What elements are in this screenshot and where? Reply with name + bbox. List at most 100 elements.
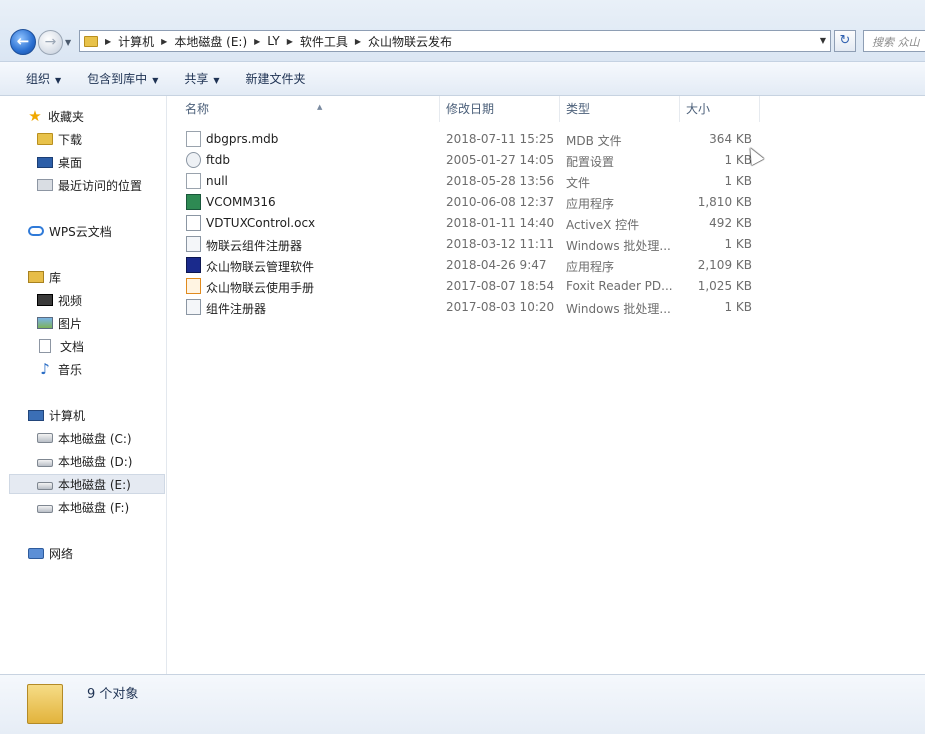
include-library-label: 包含到库中	[87, 72, 148, 86]
file-date: 2018-03-12 11:11	[446, 237, 555, 251]
command-bar: 组织 ▼ 包含到库中 ▼ 共享 ▼ 新建文件夹	[0, 62, 925, 96]
file-row[interactable]: ftdb 2005-01-27 14:05 配置设置 1 KB	[167, 150, 767, 171]
library-icon	[28, 271, 44, 283]
sidebar-item-libraries[interactable]: 库	[28, 267, 61, 287]
sidebar-label: WPS云文档	[49, 224, 112, 239]
file-date: 2018-05-28 13:56	[446, 174, 555, 188]
share-menu[interactable]: 共享 ▼	[184, 70, 219, 87]
file-row[interactable]: 众山物联云管理软件 2018-04-26 9:47 应用程序 2,109 KB	[167, 255, 767, 276]
star-icon: ★	[28, 107, 42, 125]
drive-icon	[37, 504, 53, 513]
file-name: VCOMM316	[206, 195, 276, 209]
file-row[interactable]: 众山物联云使用手册 2017-08-07 18:54 Foxit Reader …	[167, 276, 767, 297]
file-size: 1 KB	[724, 237, 752, 251]
breadcrumb-drive-e[interactable]: 本地磁盘 (E:)	[174, 33, 247, 50]
mdb-file-icon	[186, 131, 201, 147]
details-pane: 9 个对象	[0, 674, 925, 734]
sidebar-label: 图片	[58, 316, 83, 331]
address-toolbar: ← → ▼ ▶ 计算机 ▶ 本地磁盘 (E:) ▶ LY ▶ 软件工具 ▶ 众山…	[0, 0, 925, 62]
chevron-right-icon[interactable]: ▶	[287, 37, 293, 46]
app-icon	[186, 257, 201, 273]
sidebar-item-network[interactable]: 网络	[28, 543, 73, 563]
sidebar-item-wps[interactable]: WPS云文档	[28, 221, 112, 241]
sidebar-item-recent[interactable]: 最近访问的位置	[37, 175, 142, 195]
sidebar-label: 本地磁盘 (D:)	[58, 454, 133, 469]
column-header-date[interactable]: 修改日期	[440, 96, 560, 122]
breadcrumb-software-tools[interactable]: 软件工具	[300, 33, 348, 50]
file-size: 1 KB	[724, 300, 752, 314]
file-type: 应用程序	[566, 260, 615, 274]
file-row[interactable]: null 2018-05-28 13:56 文件 1 KB	[167, 171, 767, 192]
sidebar-label: 计算机	[49, 408, 86, 423]
search-input[interactable]: 搜索 众山	[863, 30, 925, 52]
app-icon	[186, 194, 201, 210]
sidebar-item-music[interactable]: ♪ 音乐	[37, 359, 82, 379]
sidebar-item-desktop[interactable]: 桌面	[37, 152, 82, 172]
back-button[interactable]: ←	[10, 29, 36, 55]
share-label: 共享	[184, 72, 209, 86]
sidebar-item-documents[interactable]: 文档	[39, 336, 84, 356]
sidebar-label: 本地磁盘 (C:)	[58, 431, 132, 446]
recent-places-icon	[37, 179, 53, 191]
file-date: 2005-01-27 14:05	[446, 153, 555, 167]
file-size: 1 KB	[724, 174, 752, 188]
file-name: VDTUXControl.ocx	[206, 216, 316, 230]
organize-menu[interactable]: 组织 ▼	[26, 70, 61, 87]
chevron-right-icon[interactable]: ▶	[161, 37, 167, 46]
file-size: 1,810 KB	[697, 195, 752, 209]
file-row[interactable]: dbgprs.mdb 2018-07-11 15:25 MDB 文件 364 K…	[167, 129, 767, 150]
refresh-button[interactable]: ↻	[834, 30, 856, 52]
sidebar-item-computer[interactable]: 计算机	[28, 405, 85, 425]
file-date: 2018-04-26 9:47	[446, 258, 547, 272]
sidebar-label: 下载	[58, 132, 83, 147]
drive-icon	[37, 458, 53, 467]
file-type: 应用程序	[566, 197, 615, 211]
address-bar[interactable]: ▶ 计算机 ▶ 本地磁盘 (E:) ▶ LY ▶ 软件工具 ▶ 众山物联云发布 …	[79, 30, 831, 52]
breadcrumb-ly[interactable]: LY	[267, 34, 279, 48]
column-header-name[interactable]: 名称 ▲	[179, 96, 440, 122]
file-name: 众山物联云使用手册	[206, 281, 315, 295]
pdf-file-icon	[186, 278, 201, 294]
file-type: Windows 批处理...	[566, 302, 671, 316]
sidebar-item-drive-e[interactable]: 本地磁盘 (E:)	[9, 474, 165, 494]
network-icon	[28, 547, 44, 559]
breadcrumb-current-folder[interactable]: 众山物联云发布	[368, 33, 452, 50]
navigation-pane: ★ 收藏夹 下载 桌面 最近访问的位置 WPS云文档 库 视频 图片 文档 ♪ …	[0, 96, 167, 674]
sidebar-item-videos[interactable]: 视频	[37, 290, 82, 310]
file-row[interactable]: 组件注册器 2017-08-03 10:20 Windows 批处理... 1 …	[167, 297, 767, 318]
item-count: 9 个对象	[87, 687, 139, 702]
chevron-down-icon[interactable]: ▼	[820, 36, 826, 45]
picture-icon	[37, 317, 53, 329]
sidebar-label: 最近访问的位置	[58, 178, 143, 193]
file-size: 364 KB	[709, 132, 752, 146]
sidebar-item-pictures[interactable]: 图片	[37, 313, 82, 333]
file-row[interactable]: 物联云组件注册器 2018-03-12 11:11 Windows 批处理...…	[167, 234, 767, 255]
include-library-menu[interactable]: 包含到库中 ▼	[87, 70, 158, 87]
document-icon	[39, 339, 51, 353]
recent-pages-dropdown[interactable]: ▼	[65, 38, 71, 47]
activex-icon	[186, 215, 201, 231]
column-header-size[interactable]: 大小	[680, 96, 760, 122]
chevron-down-icon: ▼	[55, 76, 62, 85]
file-date: 2018-07-11 15:25	[446, 132, 555, 146]
file-type: MDB 文件	[566, 134, 622, 148]
sidebar-label: 音乐	[58, 362, 83, 377]
sidebar-item-downloads[interactable]: 下载	[37, 129, 82, 149]
forward-button[interactable]: →	[38, 30, 63, 55]
chevron-right-icon[interactable]: ▶	[254, 37, 260, 46]
chevron-right-icon[interactable]: ▶	[355, 37, 361, 46]
file-date: 2017-08-03 10:20	[446, 300, 555, 314]
file-row[interactable]: VDTUXControl.ocx 2018-01-11 14:40 Active…	[167, 213, 767, 234]
file-date: 2018-01-11 14:40	[446, 216, 555, 230]
file-row[interactable]: VCOMM316 2010-06-08 12:37 应用程序 1,810 KB	[167, 192, 767, 213]
file-name: ftdb	[206, 153, 230, 167]
breadcrumb-computer[interactable]: 计算机	[118, 33, 154, 50]
column-header-type[interactable]: 类型	[560, 96, 680, 122]
sidebar-item-drive-f[interactable]: 本地磁盘 (F:)	[37, 497, 129, 517]
sidebar-item-drive-c[interactable]: 本地磁盘 (C:)	[37, 428, 132, 448]
new-folder-button[interactable]: 新建文件夹	[246, 70, 306, 87]
sidebar-item-drive-d[interactable]: 本地磁盘 (D:)	[37, 451, 132, 471]
chevron-right-icon[interactable]: ▶	[105, 37, 111, 46]
sidebar-item-favorites[interactable]: ★ 收藏夹	[27, 106, 84, 126]
sidebar-label: 文档	[60, 339, 85, 354]
